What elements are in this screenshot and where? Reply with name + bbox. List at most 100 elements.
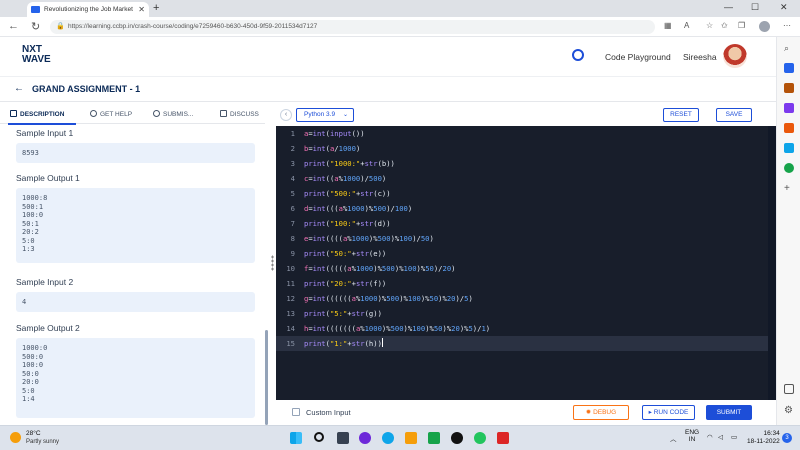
sample-output-2-box: 1000:0 500:0 100:0 50:0 20:0 5:0 1:4 xyxy=(16,338,255,418)
description-pane[interactable]: Sample Input 1 8593 Sample Output 1 1000… xyxy=(0,125,270,425)
wifi-icon[interactable]: ◠ xyxy=(707,433,713,441)
app-grid-icon[interactable]: ▦ xyxy=(664,21,672,30)
url-path: /crash-course/coding/e7259460-b630-450d-… xyxy=(133,23,318,30)
search-icon[interactable]: ⌕ xyxy=(784,43,794,53)
minimize-icon[interactable]: — xyxy=(724,2,733,12)
save-button[interactable]: SAVE xyxy=(716,108,752,122)
code-line: 2 b=int(a/1000) xyxy=(290,144,361,153)
code-line: 11 print("20:"+str(f)) xyxy=(286,279,387,288)
office-icon[interactable] xyxy=(784,123,794,133)
edge-browser-icon[interactable] xyxy=(382,432,394,444)
site-favicon-icon xyxy=(31,6,40,13)
editor-action-bar: Custom Input ✹ DEBUG ▸ RUN CODE SUBMIT xyxy=(276,400,776,425)
app-header: NXT WAVE Code Playground Sireesha xyxy=(0,37,776,77)
windows-start-icon[interactable] xyxy=(290,432,302,444)
sample-output-2-label: Sample Output 2 xyxy=(16,323,80,333)
sample-output-1-box: 1000:8 500:1 100:0 50:1 20:2 5:0 1:3 xyxy=(16,188,255,263)
tree-icon[interactable] xyxy=(784,163,794,173)
code-line: 12 g=int((((((a%1000)%500)%100)%50)%20)/5… xyxy=(286,294,473,303)
back-arrow-icon[interactable]: ← xyxy=(14,83,24,94)
code-line-current: 15 print("1:"+str(h)) xyxy=(276,336,768,351)
search-icon[interactable] xyxy=(314,432,324,442)
browser-tab[interactable]: Revolutionizing the Job Market | ✕ xyxy=(27,2,149,17)
file-explorer-icon[interactable] xyxy=(405,432,417,444)
code-line: 5 print("500:"+str(c)) xyxy=(290,189,391,198)
store-icon[interactable] xyxy=(428,432,440,444)
tab-description[interactable]: DESCRIPTION xyxy=(10,110,64,118)
tab-submissions[interactable]: SUBMIS... xyxy=(153,110,193,118)
system-clock[interactable]: 16:34 18-11-2022 xyxy=(747,430,780,446)
notification-badge[interactable]: 3 xyxy=(782,433,792,443)
volume-icon[interactable]: ◁ xyxy=(718,433,723,441)
settings-gear-icon[interactable]: ⚙ xyxy=(784,405,794,416)
weather-sun-icon[interactable] xyxy=(10,432,21,443)
url-field[interactable]: 🔒 https://learning.ccbp.in/crash-course/c… xyxy=(50,20,655,34)
debug-button[interactable]: ✹ DEBUG xyxy=(573,405,629,420)
close-window-icon[interactable]: ✕ xyxy=(780,2,788,13)
timer-icon[interactable] xyxy=(572,49,584,61)
submit-button[interactable]: SUBMIT xyxy=(706,405,752,420)
code-playground-link[interactable]: Code Playground xyxy=(605,52,671,62)
back-arrow-icon[interactable]: ← xyxy=(8,20,19,32)
briefcase-icon[interactable] xyxy=(784,83,794,93)
sample-input-1-box: 8593 xyxy=(16,143,255,163)
code-line: 13 print("5:"+str(g)) xyxy=(286,309,382,318)
language-indicator[interactable]: ENG IN xyxy=(685,429,699,443)
task-view-icon[interactable] xyxy=(337,432,349,444)
editor-toolbar: ‹ Python 3.9 ⌄ RESET SAVE xyxy=(276,106,768,126)
tab-discuss[interactable]: DISCUSS xyxy=(220,110,259,118)
favorite-star-icon[interactable]: ☆ xyxy=(706,21,713,30)
reload-icon[interactable]: ↻ xyxy=(31,20,40,33)
battery-icon[interactable]: ▭ xyxy=(731,433,737,441)
language-select[interactable]: Python 3.9 ⌄ xyxy=(296,108,354,122)
code-editor[interactable]: 1 a=int(input()) 2 b=int(a/1000) 3 print("1… xyxy=(276,126,768,400)
weather-temperature[interactable]: 28°C xyxy=(26,430,41,437)
left-pane-scrollbar[interactable] xyxy=(265,330,268,425)
collapse-chevron-icon[interactable]: ‹ xyxy=(280,109,292,121)
resize-handle[interactable] xyxy=(271,255,274,271)
app-icon[interactable] xyxy=(451,432,463,444)
tab-get-help-label: GET HELP xyxy=(100,111,133,118)
editor-scrollbar[interactable] xyxy=(768,126,776,400)
games-icon[interactable] xyxy=(784,103,794,113)
reset-button[interactable]: RESET xyxy=(663,108,699,122)
code-line: 14 h=int(((((((a%1000)%500)%100)%50)%20)%… xyxy=(286,324,491,333)
close-tab-icon[interactable]: ✕ xyxy=(138,5,145,14)
custom-input-checkbox[interactable] xyxy=(292,408,300,416)
code-line: 4 c=int((a%1000)/500) xyxy=(290,174,387,183)
nxtwave-logo[interactable]: NXT WAVE xyxy=(22,45,51,65)
profile-icon[interactable] xyxy=(759,21,770,32)
custom-input-label: Custom Input xyxy=(306,408,351,417)
sample-output-1-label: Sample Output 1 xyxy=(16,173,80,183)
sample-input-1-label: Sample Input 1 xyxy=(16,128,74,138)
more-menu-icon[interactable]: ⋯ xyxy=(783,21,791,30)
address-bar: ← ↻ 🔒 https://learning.ccbp.in/crash-cour… xyxy=(0,17,800,37)
browser-tab-strip: Revolutionizing the Job Market | ✕ + — ☐… xyxy=(0,0,800,17)
windows-taskbar: 28°C Partly sunny ︿ ENG IN ◠ ◁ ▭ 16:34 18-… xyxy=(0,425,800,450)
outlook-icon[interactable] xyxy=(784,143,794,153)
new-tab-button[interactable]: + xyxy=(153,2,159,14)
tray-chevron-up-icon[interactable]: ︿ xyxy=(670,433,677,443)
collections-icon[interactable]: ❐ xyxy=(738,21,745,30)
sidebar-layout-icon[interactable] xyxy=(784,384,794,394)
chat-app-icon[interactable] xyxy=(359,432,371,444)
add-icon[interactable]: + xyxy=(784,183,794,194)
read-aloud-icon[interactable]: A xyxy=(684,21,689,30)
left-pane-tabs: DESCRIPTION GET HELP SUBMIS... DISCUSS xyxy=(0,106,265,124)
weather-condition[interactable]: Partly sunny xyxy=(26,439,59,445)
tag-icon[interactable] xyxy=(784,63,794,73)
url-host: https://learning.ccbp.in xyxy=(68,23,134,30)
run-code-button[interactable]: ▸ RUN CODE xyxy=(642,405,695,420)
user-name[interactable]: Sireesha xyxy=(683,52,717,62)
run-code-label: RUN CODE xyxy=(653,409,689,416)
assignment-bar: ← GRAND ASSIGNMENT - 1 xyxy=(0,77,776,102)
favorites-icon[interactable]: ✩ xyxy=(721,21,728,30)
chrome-icon[interactable] xyxy=(474,432,486,444)
clock-time: 16:34 xyxy=(763,430,780,437)
code-line: 9 print("50:"+str(e)) xyxy=(290,249,387,258)
avatar[interactable] xyxy=(723,44,747,68)
document-icon xyxy=(10,110,17,117)
maximize-icon[interactable]: ☐ xyxy=(751,2,759,13)
tab-get-help[interactable]: GET HELP xyxy=(90,110,132,118)
mcafee-icon[interactable] xyxy=(497,432,509,444)
